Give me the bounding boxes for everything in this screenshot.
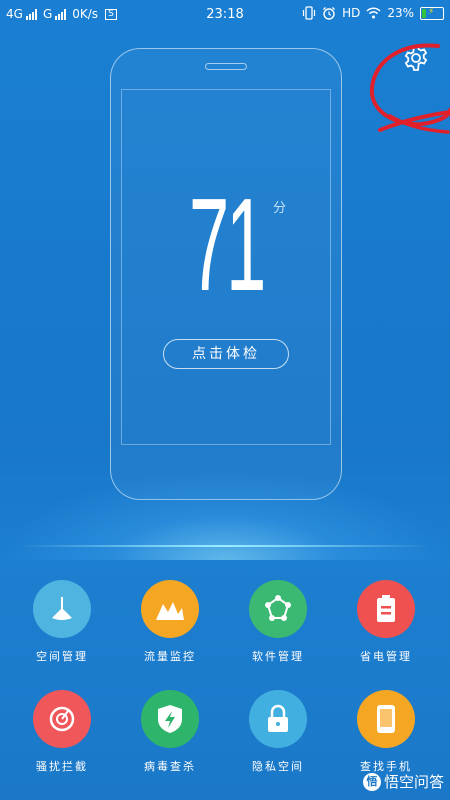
tool-icon-circle [249,690,307,748]
hd-label: HD [342,6,361,20]
tool-icon-circle [141,690,199,748]
tool-icon-circle [141,580,199,638]
lightning-shield-icon [158,705,182,733]
tool-label: 病毒查杀 [144,760,196,773]
tool-label: 软件管理 [252,650,304,663]
tool-power-saving[interactable]: 省电管理 [336,580,436,664]
tool-label: 流量监控 [144,650,196,663]
tool-label: 省电管理 [360,650,412,663]
battery-icon [377,595,395,622]
phone-icon [377,705,395,733]
wifi-icon [366,7,381,19]
broom-icon [52,597,72,620]
apps-network-icon [265,595,291,621]
status-bar: 4G G 0K/s S 23:18 HD 23% ⚡ [0,0,450,30]
tool-icon-circle [357,580,415,638]
settings-gear-icon[interactable] [402,44,430,72]
score-unit: 分 [273,201,287,216]
tool-traffic-monitor[interactable]: 流量监控 [120,580,220,664]
watermark: 悟 悟空问答 [362,771,444,792]
tool-software-management[interactable]: 软件管理 [228,580,328,664]
charging-icon: ⚡ [428,6,435,17]
tool-virus-scan[interactable]: 病毒查杀 [120,690,220,774]
vibrate-icon [302,6,316,20]
shield-block-icon [49,706,75,732]
battery-fill [422,8,426,18]
watermark-logo-icon: 悟 [362,772,381,791]
watermark-text: 悟空问答 [383,773,444,791]
tool-privacy-space[interactable]: 隐私空间 [228,690,328,774]
tool-space-management[interactable]: 空间管理 [12,580,112,664]
glow-divider [20,545,430,547]
battery-icon: ⚡ [420,6,444,20]
phone-score-card: 71 分 点击体检 [110,48,342,500]
tool-icon-circle [249,580,307,638]
phone-speaker [205,63,247,70]
traffic-chart-icon [156,602,184,620]
tool-label: 空间管理 [36,650,88,663]
battery-percent: 23% [387,6,414,20]
tool-label: 隐私空间 [252,760,304,773]
status-right: HD 23% ⚡ [302,6,444,20]
tool-icon-circle [33,690,91,748]
tool-label: 骚扰拦截 [36,760,88,773]
health-score: 71 [188,171,266,318]
alarm-icon [323,7,336,20]
check-up-button[interactable]: 点击体检 [163,339,289,369]
tool-harassment-block[interactable]: 骚扰拦截 [12,690,112,774]
tool-find-phone[interactable]: 查找手机 [336,690,436,774]
lock-icon [268,704,288,732]
tool-icon-circle [33,580,91,638]
tool-icon-circle [357,690,415,748]
